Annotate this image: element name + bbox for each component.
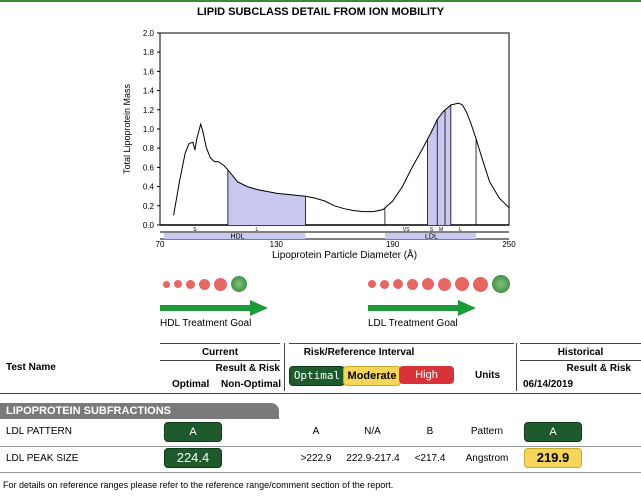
y-tick-label: 0.4 — [143, 183, 155, 192]
row-divider — [0, 472, 641, 473]
y-tick-label: 1.8 — [143, 48, 155, 57]
band-sub-label: VS — [403, 227, 410, 233]
x-tick-label: 250 — [502, 240, 516, 249]
hdl-arrow-icon — [160, 300, 268, 316]
x-axis-label: Lipoprotein Particle Diameter (Å) — [272, 248, 417, 261]
y-tick-label: 1.6 — [143, 67, 155, 76]
shaded-region — [227, 169, 306, 225]
non-optimal-header: Non-Optimal — [221, 379, 281, 390]
y-axis-label: Total Lipoprotein Mass — [122, 83, 132, 174]
row-name: LDL PEAK SIZE — [6, 453, 79, 464]
rule — [520, 343, 641, 344]
ref-a: A — [312, 426, 320, 437]
rule — [160, 360, 280, 361]
ref-b: 222.9-217.4 — [346, 453, 400, 464]
ref-c: <217.4 — [414, 453, 446, 464]
hist-result-risk: Result & Risk — [566, 363, 631, 374]
optimal-header: Optimal — [172, 379, 210, 390]
hdl-band-label: HDL — [231, 234, 245, 241]
particle-dot — [438, 277, 451, 291]
y-tick-label: 0.0 — [143, 221, 155, 230]
chart-plot — [173, 102, 510, 225]
x-tick-label: 190 — [386, 240, 400, 249]
rule — [289, 343, 514, 344]
current-value: A — [164, 422, 222, 442]
legend-moderate: Moderate — [343, 366, 401, 386]
particle-dot — [199, 278, 210, 290]
rule — [520, 360, 641, 361]
ldl-band-label: LDL — [425, 234, 438, 241]
particle-dot — [407, 278, 418, 290]
plot-frame — [159, 32, 510, 226]
y-tick-label: 1.0 — [143, 125, 155, 134]
particle-dot — [214, 277, 227, 291]
ref-a: >222.9 — [300, 453, 332, 464]
particle-dot — [473, 276, 488, 292]
particle-dot — [368, 280, 376, 288]
particle-dot — [455, 277, 469, 291]
mass-curve — [173, 102, 510, 216]
risk-header: Risk/Reference Interval — [303, 347, 415, 358]
chart-axes: 0.0 0.2 0.4 0.6 0.8 1.0 1.2 1.4 1.6 1.8 2.0 70 130 19… — [122, 29, 516, 261]
shaded-region — [427, 105, 451, 225]
current-header: Current — [201, 347, 239, 358]
section-heading: LIPOPROTEIN SUBFRACTIONS — [0, 403, 279, 419]
y-tick-label: 0.8 — [143, 144, 155, 153]
current-value: 224.4 — [164, 448, 222, 468]
ref-c: B — [426, 426, 434, 437]
rule — [0, 393, 641, 394]
test-name-header: Test Name — [6, 362, 56, 373]
particle-dot — [422, 278, 434, 290]
particle-dot — [186, 279, 195, 289]
footer-note: For details on reference ranges please r… — [3, 480, 394, 490]
y-tick-label: 2.0 — [143, 29, 155, 38]
row-name: LDL PATTERN — [6, 426, 72, 437]
row-divider — [0, 446, 641, 447]
units-header: Units — [475, 370, 500, 381]
legend-optimal: Optimal — [289, 366, 345, 386]
ldl-goal-label: LDL Treatment Goal — [368, 318, 458, 329]
divider — [516, 343, 517, 391]
hist-date: 06/14/2019 — [523, 379, 574, 390]
hist-value: 219.9 — [524, 448, 582, 468]
ldl-arrow-icon — [368, 300, 476, 316]
chart-bands: S LHDLVS S M LLDL — [160, 227, 509, 241]
historical-header: Historical — [557, 347, 604, 358]
units: Pattern — [470, 426, 504, 437]
particle-dot — [163, 280, 170, 288]
hist-value: A — [524, 422, 582, 442]
x-tick-label: 70 — [156, 240, 165, 249]
band-sub-label: M — [439, 227, 443, 233]
x-tick-label: 130 — [270, 240, 284, 249]
band-sub-label: L — [459, 227, 462, 233]
particle-dot — [174, 280, 182, 288]
legend-high: High — [399, 366, 454, 384]
hdl-goal-label: HDL Treatment Goal — [160, 318, 252, 329]
ref-b: N/A — [364, 426, 381, 437]
particle-dot — [380, 279, 389, 289]
rule — [160, 343, 280, 344]
particle-dot — [492, 275, 510, 293]
y-tick-label: 1.4 — [143, 87, 155, 96]
particle-dot — [231, 276, 247, 292]
y-tick-label: 1.2 — [143, 106, 155, 115]
y-tick-label: 0.6 — [143, 163, 155, 172]
particle-dot — [393, 279, 403, 289]
y-tick-label: 0.2 — [143, 202, 155, 211]
result-risk-header: Result & Risk — [215, 363, 280, 374]
units: Angstrom — [465, 453, 509, 464]
divider — [284, 343, 285, 391]
band-sub-label: L — [256, 227, 259, 233]
